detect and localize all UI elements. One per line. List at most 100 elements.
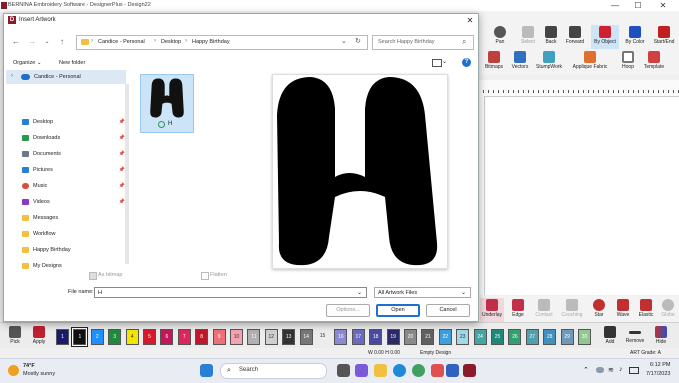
clock-date[interactable]: 7/17/2023 — [646, 371, 670, 377]
new-folder-button[interactable]: New folder — [59, 60, 85, 66]
color-swatch[interactable]: 30 — [578, 329, 591, 345]
sidebar-item-happy-birthday[interactable]: Happy Birthday — [22, 244, 127, 256]
onedrive-icon[interactable] — [596, 367, 604, 373]
edge-button[interactable]: Edge — [506, 298, 530, 322]
back-arrow-icon[interactable]: ← — [10, 36, 22, 48]
color-swatch[interactable]: 4 — [125, 329, 139, 345]
by-color-button[interactable]: By Color — [621, 25, 649, 49]
template-button[interactable]: Template — [640, 50, 668, 74]
add-color-button[interactable]: Add — [600, 325, 620, 349]
file-type-select[interactable]: All Artwork Files ⌄ — [374, 287, 471, 298]
color-swatch[interactable]: 19 — [386, 329, 400, 345]
color-swatch[interactable]: 27 — [525, 329, 539, 345]
stumpwork-button[interactable]: StumpWork — [533, 50, 565, 74]
color-swatch[interactable]: 9 — [212, 329, 226, 345]
maximize-button[interactable]: ☐ — [628, 0, 648, 11]
sidebar-scrollbar[interactable] — [125, 84, 129, 264]
sidebar-item-messages[interactable]: Messages — [22, 212, 127, 224]
start-button[interactable] — [200, 364, 213, 377]
start-end-button[interactable]: Start/End — [650, 25, 678, 49]
color-swatch[interactable]: 14 — [299, 329, 313, 345]
file-name-input[interactable]: H ⌄ — [94, 287, 367, 298]
address-dropdown-icon[interactable]: ⌄ — [341, 37, 347, 45]
folder-search-input[interactable]: Search Happy Birthday ⌕ — [372, 35, 474, 50]
color-swatch[interactable]: 2 — [90, 329, 104, 345]
hide-button[interactable]: Hide — [650, 325, 672, 349]
bernina-taskbar-icon[interactable] — [463, 364, 476, 377]
color-swatch[interactable]: 18 — [369, 329, 383, 345]
globe-button[interactable]: Globe — [658, 298, 678, 322]
forward-arrow-icon[interactable]: → — [26, 36, 38, 48]
close-button[interactable]: ✕ — [653, 0, 673, 11]
color-swatch[interactable]: 25 — [491, 329, 504, 345]
file-explorer-icon[interactable] — [374, 364, 387, 377]
sidebar-item-workflow[interactable]: Workflow — [22, 228, 127, 240]
wave-button[interactable]: Wave — [612, 298, 634, 322]
breadcrumb-item[interactable]: Candice - Personal — [98, 39, 145, 45]
chrome-icon[interactable] — [412, 364, 425, 377]
flatten-checkbox[interactable] — [201, 272, 209, 280]
sidebar-item-desktop[interactable]: Desktop 📌 — [22, 116, 127, 128]
color-swatch[interactable]: 8 — [195, 329, 209, 345]
color-swatch[interactable]: 20 — [404, 329, 417, 345]
by-object-button[interactable]: By Object — [591, 25, 619, 49]
color-swatch[interactable]: 11 — [247, 329, 261, 345]
organize-menu[interactable]: Organize ⌄ — [13, 60, 41, 66]
color-swatch[interactable]: 29 — [560, 329, 574, 345]
view-options-icon[interactable] — [432, 59, 442, 67]
recent-dropdown-icon[interactable]: ⌄ — [41, 36, 53, 48]
color-swatch[interactable]: 6 — [160, 329, 174, 345]
task-view-icon[interactable] — [337, 364, 350, 377]
color-swatch[interactable]: 22 — [438, 329, 452, 345]
star-button[interactable]: Star — [588, 298, 610, 322]
edge-browser-icon[interactable] — [393, 364, 406, 377]
weather-icon[interactable] — [8, 365, 19, 376]
elastic-button[interactable]: Elastic — [635, 298, 657, 322]
sidebar-item-videos[interactable]: Videos 📌 — [22, 196, 127, 208]
clock-time[interactable]: 6:12 PM — [650, 362, 670, 368]
color-swatch[interactable]: 1 — [72, 328, 88, 346]
sidebar-item-onedrive[interactable]: › Candice - Personal — [6, 70, 126, 84]
color-swatch[interactable]: 1 — [56, 329, 69, 345]
color-swatch[interactable]: 23 — [456, 329, 470, 345]
color-swatch[interactable]: 16 — [334, 329, 348, 345]
help-icon[interactable]: ? — [462, 58, 471, 67]
dialog-close-button[interactable]: ✕ — [462, 14, 478, 27]
breadcrumb-item[interactable]: Desktop — [161, 39, 181, 45]
color-swatch[interactable]: 3 — [108, 329, 122, 345]
volume-icon[interactable]: ♪ — [619, 366, 623, 373]
file-item[interactable]: H — [140, 74, 194, 133]
minimize-button[interactable]: — — [605, 0, 625, 11]
color-swatch[interactable]: 5 — [143, 329, 156, 345]
open-button[interactable]: Open — [376, 304, 420, 317]
wifi-icon[interactable]: ≋ — [608, 366, 614, 374]
couching-button[interactable]: Couching — [558, 298, 586, 322]
remove-color-button[interactable]: Remove — [622, 325, 648, 349]
up-arrow-icon[interactable]: ↑ — [56, 36, 68, 48]
color-swatch[interactable]: 24 — [473, 329, 487, 345]
hoop-button[interactable]: Hoop — [614, 50, 642, 74]
sidebar-item-music[interactable]: Music 📌 — [22, 180, 127, 192]
color-swatch[interactable]: 28 — [543, 329, 557, 345]
design-canvas[interactable] — [478, 80, 679, 295]
refresh-icon[interactable]: ↻ — [355, 37, 361, 45]
chevron-down-icon[interactable]: ⌄ — [357, 288, 362, 299]
taskbar-search[interactable]: ⌕ Search — [220, 363, 327, 379]
chat-icon[interactable] — [355, 364, 368, 377]
sidebar-item-downloads[interactable]: Downloads 📌 — [22, 132, 127, 144]
as-bitmap-checkbox[interactable] — [89, 272, 97, 280]
color-swatch[interactable]: 17 — [351, 329, 365, 345]
address-bar[interactable]: › Candice - Personal › Desktop › Happy B… — [76, 35, 368, 50]
sidebar-item-pictures[interactable]: Pictures 📌 — [22, 164, 127, 176]
tray-chevron-icon[interactable]: ⌃ — [583, 366, 589, 374]
applique-fabric-button[interactable]: Applique Fabric — [568, 50, 612, 74]
color-swatch[interactable]: 15 — [317, 329, 328, 343]
breadcrumb-item[interactable]: Happy Birthday — [192, 39, 230, 45]
color-swatch[interactable]: 12 — [264, 329, 278, 345]
vectors-button[interactable]: Vectors — [506, 50, 534, 74]
color-swatch[interactable]: 26 — [508, 329, 522, 345]
options-button[interactable]: Options... — [326, 304, 370, 317]
cancel-button[interactable]: Cancel — [426, 304, 470, 317]
pan-button[interactable]: Pan — [486, 25, 514, 49]
bitmaps-button[interactable]: Bitmaps — [480, 50, 508, 74]
